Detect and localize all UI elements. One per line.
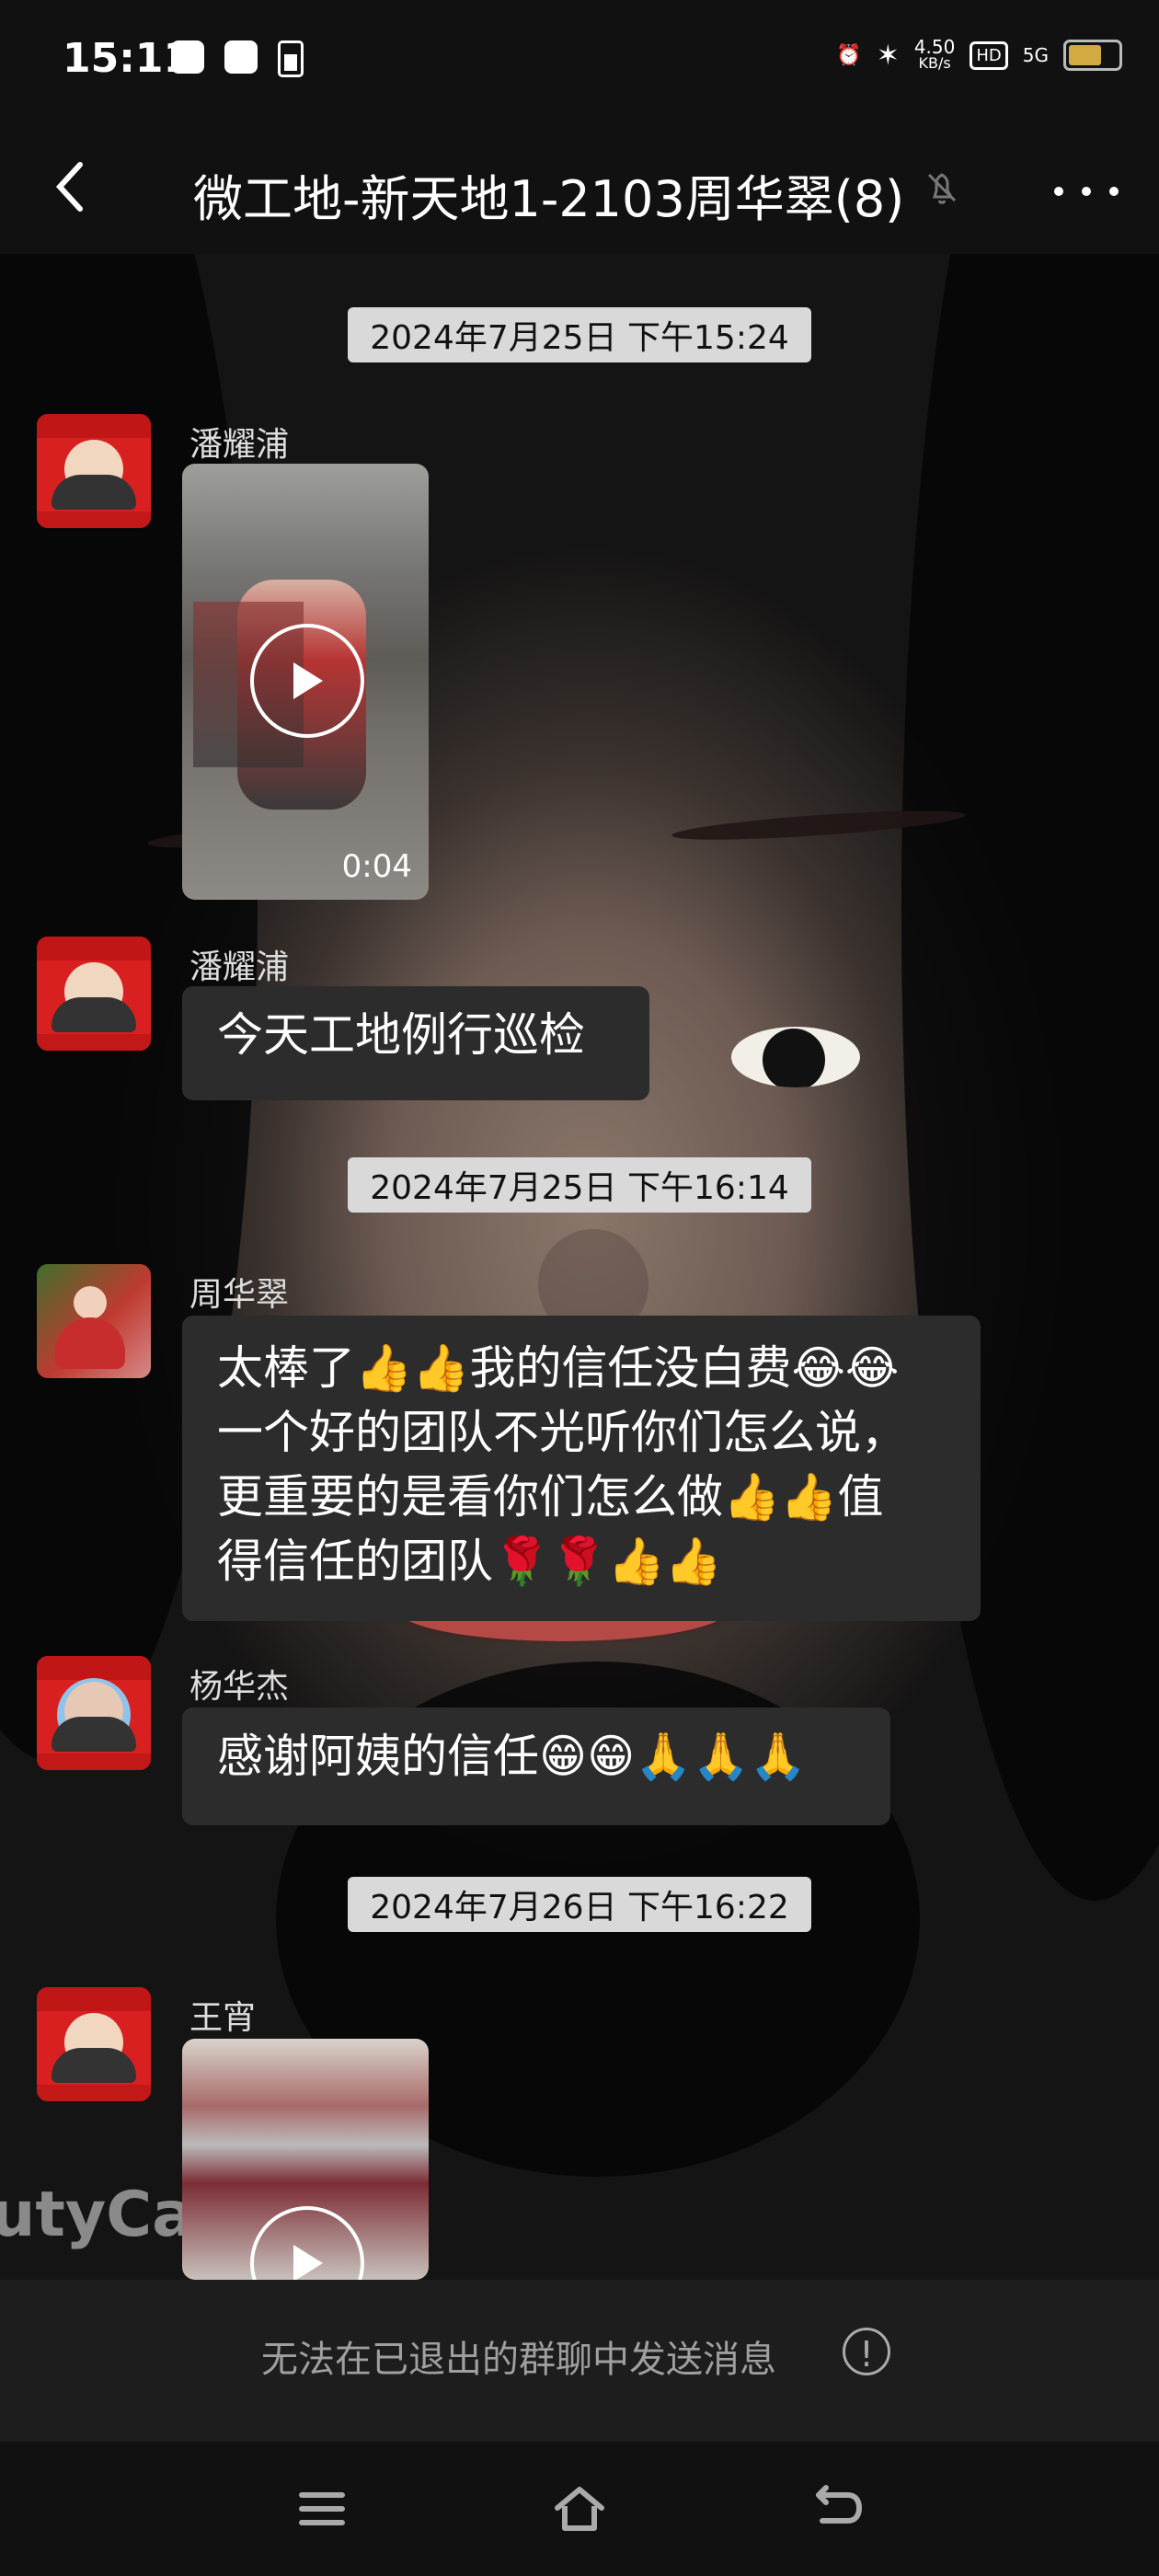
background-watermark: utyCa xyxy=(0,2179,195,2251)
avatar-banner xyxy=(37,414,151,438)
avatar[interactable] xyxy=(37,1987,151,2101)
more-dot xyxy=(1082,187,1091,196)
avatar-banner xyxy=(37,1987,151,2011)
avatar[interactable] xyxy=(37,1264,151,1378)
message-line: 太棒了👍👍我的信任没白费😂😂 xyxy=(217,1341,900,1395)
right-eye xyxy=(731,1027,860,1087)
hd-badge: HD xyxy=(970,40,1008,70)
menu-icon[interactable] xyxy=(294,2484,350,2534)
avatar-shirt xyxy=(52,475,136,510)
avatar-banner xyxy=(37,937,151,960)
avatar-strip xyxy=(37,2085,151,2101)
avatar[interactable] xyxy=(37,414,151,528)
play-icon xyxy=(293,2245,323,2280)
avatar-banner xyxy=(37,1656,151,1680)
message-bubble[interactable]: 太棒了👍👍我的信任没白费😂😂 一个好的团队不光听你们怎么说， 更重要的是看你们怎… xyxy=(182,1316,981,1621)
status-bar: 15:11 ✉ ◉ ⏰ ✶ 4.50 KB/s HD 5G xyxy=(0,0,1159,129)
avatar-shirt xyxy=(52,2048,136,2083)
video-duration: 0:04 xyxy=(341,848,412,885)
message-line: 更重要的是看你们怎么做👍👍值 xyxy=(217,1470,884,1524)
sender-name: 王宵 xyxy=(189,1999,257,2037)
network-speed-unit: KB/s xyxy=(918,54,951,72)
chat-background: utyCa xyxy=(0,254,1159,2280)
avatar-shirt xyxy=(52,1717,136,1752)
network-speed-value: 4.50 xyxy=(913,36,956,58)
group-closed-notice: 无法在已退出的群聊中发送消息 xyxy=(261,2339,776,2381)
play-button[interactable] xyxy=(250,624,364,738)
network-speed: 4.50 KB/s xyxy=(913,36,956,72)
bluetooth-icon: ✶ xyxy=(876,39,900,72)
more-dot xyxy=(1109,187,1119,196)
video-message[interactable]: 0:04 xyxy=(182,464,429,900)
shop-app-icon: ◉ xyxy=(224,40,258,74)
system-navigation-bar xyxy=(0,2442,1159,2576)
sender-name: 潘耀浦 xyxy=(189,949,290,986)
play-icon xyxy=(293,662,323,699)
timestamp-chip: 2024年7月26日 下午16:22 xyxy=(348,1877,811,1932)
info-icon: ! xyxy=(843,2328,890,2375)
message-line: 一个好的团队不光听你们怎么说， xyxy=(217,1406,907,1459)
home-icon[interactable] xyxy=(552,2484,607,2534)
signal-label: 5G xyxy=(1022,44,1049,66)
avatar-strip xyxy=(37,1754,151,1770)
back-button[interactable] xyxy=(44,161,96,213)
avatar-strip xyxy=(37,1034,151,1051)
avatar-person xyxy=(74,1286,107,1319)
avatar-shirt xyxy=(52,997,136,1032)
battery-small-icon xyxy=(278,40,304,77)
back-nav-icon[interactable] xyxy=(809,2484,865,2534)
chevron-left-icon xyxy=(55,162,83,212)
status-left-icons: ✉ ◉ xyxy=(171,40,304,77)
message-bubble[interactable]: 今天工地例行巡检 xyxy=(182,986,649,1100)
muted-bell-icon xyxy=(927,173,957,204)
chat-title: 微工地-新天地1-2103周华翠(8) xyxy=(193,170,905,228)
play-button[interactable] xyxy=(250,2206,364,2280)
alarm-icon: ⏰ xyxy=(836,43,862,67)
chat-header: 微工地-新天地1-2103周华翠(8) xyxy=(0,129,1159,254)
status-right: ⏰ ✶ 4.50 KB/s HD 5G xyxy=(836,36,1122,72)
battery-icon xyxy=(1063,40,1122,71)
video-message[interactable] xyxy=(182,2039,429,2280)
avatar-dress xyxy=(55,1317,125,1369)
avatar-strip xyxy=(37,512,151,528)
sender-name: 潘耀浦 xyxy=(189,426,290,464)
more-dot xyxy=(1054,187,1063,196)
avatar[interactable] xyxy=(37,937,151,1051)
avatar[interactable] xyxy=(37,1656,151,1770)
sender-name: 周华翠 xyxy=(189,1276,290,1314)
sender-name: 杨华杰 xyxy=(189,1668,290,1706)
more-options-button[interactable] xyxy=(1054,173,1119,210)
message-bubble[interactable]: 感谢阿姨的信任😁😁🙏🙏🙏 xyxy=(182,1708,890,1825)
message-line: 得信任的团队🌹🌹👍👍 xyxy=(217,1535,723,1588)
battery-fill xyxy=(1069,45,1101,65)
wechat-app-icon: ✉ xyxy=(171,40,204,74)
hair-right xyxy=(901,254,1159,1901)
message-input-area: 无法在已退出的群聊中发送消息 ! xyxy=(0,2280,1159,2442)
timestamp-chip: 2024年7月25日 下午15:24 xyxy=(348,307,811,362)
timestamp-chip: 2024年7月25日 下午16:14 xyxy=(348,1157,811,1213)
